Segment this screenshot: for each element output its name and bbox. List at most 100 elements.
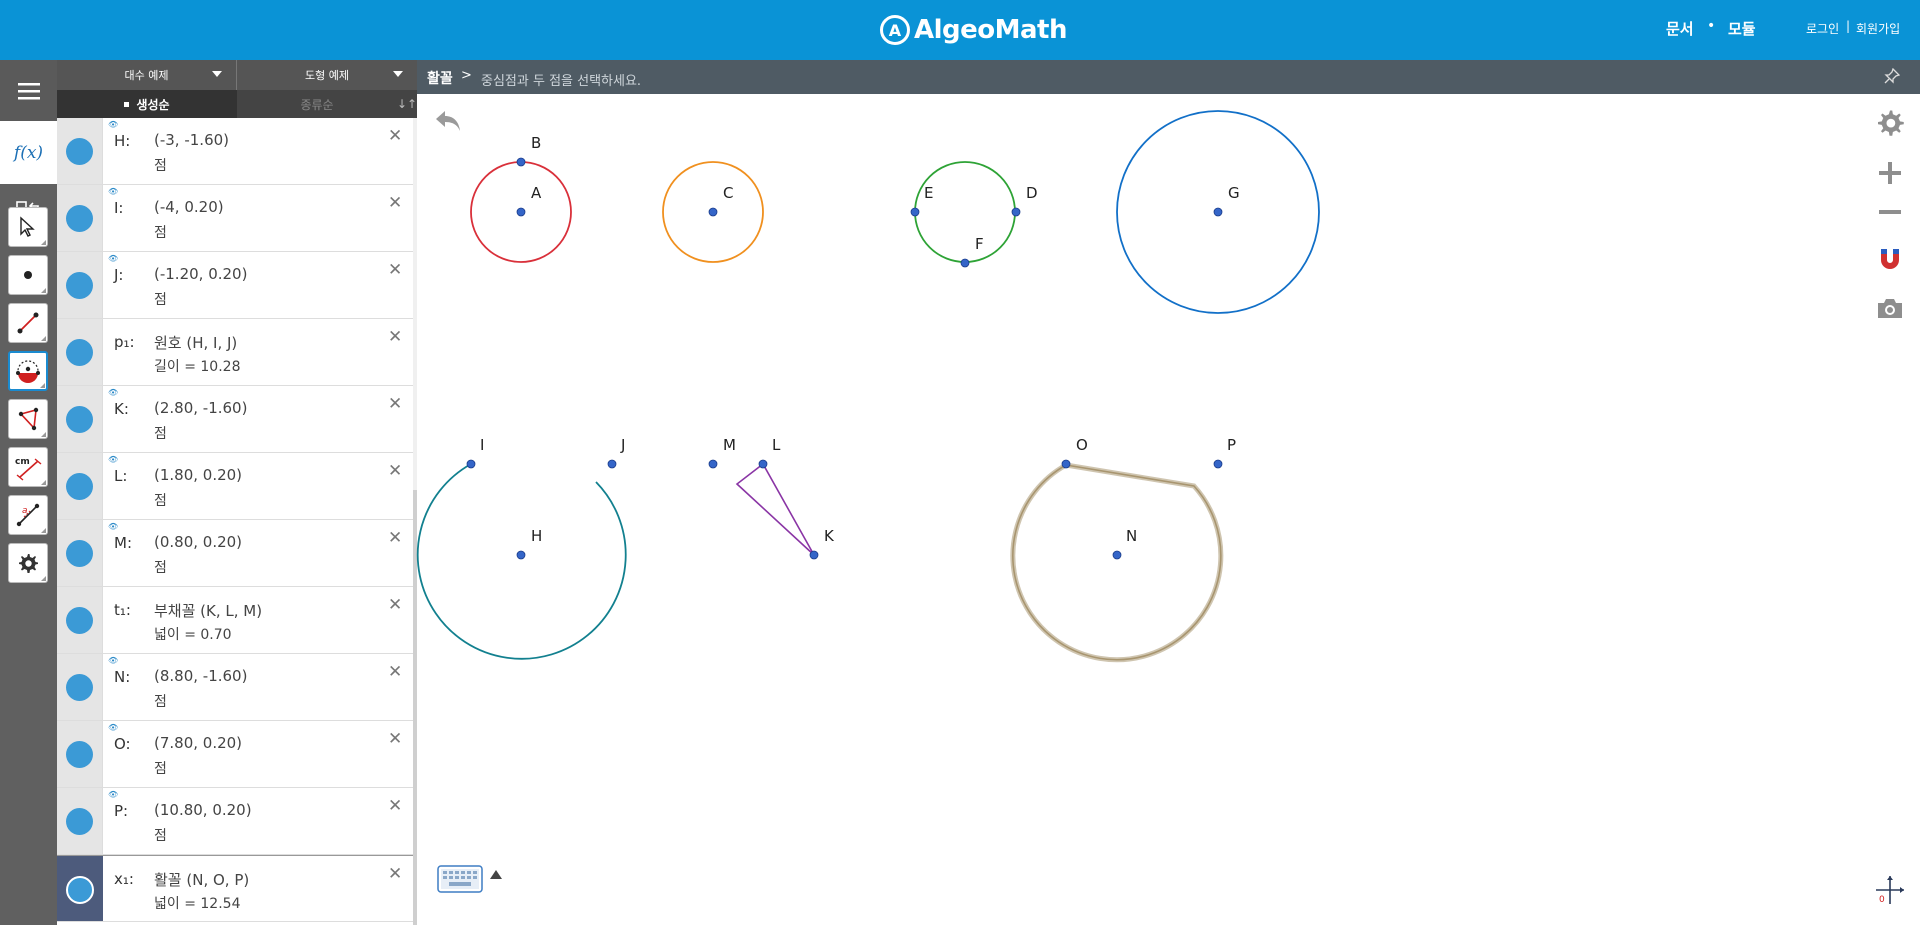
visibility-cell[interactable] bbox=[57, 788, 103, 854]
undo-button[interactable] bbox=[433, 107, 463, 139]
visibility-toggle[interactable] bbox=[66, 473, 93, 500]
object-value[interactable]: (-4, 0.20) bbox=[154, 198, 224, 216]
visibility-toggle[interactable] bbox=[66, 540, 93, 567]
label-visible-eye-icon[interactable]: 👁 bbox=[108, 723, 118, 732]
visibility-toggle[interactable] bbox=[66, 607, 93, 634]
settings-tool-button[interactable] bbox=[8, 543, 48, 583]
label-visible-eye-icon[interactable]: 👁 bbox=[108, 120, 118, 129]
delete-object-button[interactable]: ✕ bbox=[388, 796, 402, 816]
object-value[interactable]: (0.80, 0.20) bbox=[154, 533, 242, 551]
visibility-toggle[interactable] bbox=[66, 674, 93, 701]
visibility-cell[interactable] bbox=[57, 587, 103, 653]
zoom-out-button[interactable] bbox=[1873, 195, 1907, 229]
delete-object-button[interactable]: ✕ bbox=[388, 193, 402, 213]
graphics-settings-button[interactable] bbox=[1873, 106, 1907, 140]
keyboard-expand-icon[interactable] bbox=[490, 870, 502, 879]
visibility-toggle[interactable] bbox=[66, 406, 93, 433]
reset-view-button[interactable]: 0 bbox=[1874, 874, 1906, 910]
algebra-list-item[interactable]: 👁 I: (-4, 0.20) 점 ✕ bbox=[57, 185, 413, 252]
algebra-list-item[interactable]: 👁 J: (-1.20, 0.20) 점 ✕ bbox=[57, 252, 413, 319]
algebra-list-item[interactable]: 👁 O: (7.80, 0.20) 점 ✕ bbox=[57, 721, 413, 788]
algebra-list-item[interactable]: 👁 P: (10.80, 0.20) 점 ✕ bbox=[57, 788, 413, 855]
nav-modules-link[interactable]: 모듈 bbox=[1728, 18, 1756, 39]
transform-tool-button[interactable]: a bbox=[8, 495, 48, 535]
visibility-cell[interactable] bbox=[57, 386, 103, 452]
polygon-tool-button[interactable] bbox=[8, 399, 48, 439]
label-visible-eye-icon[interactable]: 👁 bbox=[108, 254, 118, 263]
visibility-cell[interactable] bbox=[57, 721, 103, 787]
graphics-canvas[interactable] bbox=[417, 94, 1920, 925]
algebra-list-item[interactable]: 👁 M: (0.80, 0.20) 점 ✕ bbox=[57, 520, 413, 587]
visibility-cell[interactable] bbox=[57, 453, 103, 519]
algebra-list-item[interactable]: t₁: 부채꼴 (K, L, M) 넓이 = 0.70 ✕ bbox=[57, 587, 413, 654]
login-link[interactable]: 로그인 bbox=[1806, 20, 1839, 37]
nav-documents-link[interactable]: 문서 bbox=[1666, 18, 1694, 39]
delete-object-button[interactable]: ✕ bbox=[388, 662, 402, 682]
object-value[interactable]: 활꼴 (N, O, P) bbox=[154, 869, 249, 890]
object-value[interactable]: (10.80, 0.20) bbox=[154, 801, 252, 819]
segment-tool-button[interactable] bbox=[8, 303, 48, 343]
delete-object-button[interactable]: ✕ bbox=[388, 461, 402, 481]
visibility-cell[interactable] bbox=[57, 252, 103, 318]
visibility-cell[interactable] bbox=[57, 654, 103, 720]
visibility-toggle[interactable] bbox=[66, 808, 93, 835]
label-visible-eye-icon[interactable]: 👁 bbox=[108, 656, 118, 665]
algebra-view-button[interactable]: f(x) bbox=[0, 121, 57, 184]
delete-object-button[interactable]: ✕ bbox=[388, 260, 402, 280]
label-visible-eye-icon[interactable]: 👁 bbox=[108, 455, 118, 464]
visibility-toggle[interactable] bbox=[66, 205, 93, 232]
visibility-toggle[interactable] bbox=[66, 876, 94, 904]
algebra-list-item[interactable]: 👁 K: (2.80, -1.60) 점 ✕ bbox=[57, 386, 413, 453]
algebra-list-item[interactable]: p₁: 원호 (H, I, J) 길이 = 10.28 ✕ bbox=[57, 319, 413, 386]
screenshot-button[interactable] bbox=[1873, 291, 1907, 325]
label-visible-eye-icon[interactable]: 👁 bbox=[108, 187, 118, 196]
pin-icon[interactable] bbox=[1884, 67, 1901, 88]
visibility-cell[interactable] bbox=[57, 856, 103, 921]
menu-button[interactable] bbox=[0, 60, 57, 121]
visibility-cell[interactable] bbox=[57, 520, 103, 586]
delete-object-button[interactable]: ✕ bbox=[388, 595, 402, 615]
measure-tool-button[interactable]: cm bbox=[8, 447, 48, 487]
label-visible-eye-icon[interactable]: 👁 bbox=[108, 388, 118, 397]
object-value[interactable]: (2.80, -1.60) bbox=[154, 399, 247, 417]
point-tool-button[interactable] bbox=[8, 255, 48, 295]
circle-tool-button[interactable] bbox=[8, 351, 48, 391]
delete-object-button[interactable]: ✕ bbox=[388, 729, 402, 749]
delete-object-button[interactable]: ✕ bbox=[388, 864, 402, 884]
visibility-toggle[interactable] bbox=[66, 741, 93, 768]
select-tool-button[interactable] bbox=[8, 207, 48, 247]
visibility-toggle[interactable] bbox=[66, 272, 93, 299]
algebra-list-item[interactable]: 👁 L: (1.80, 0.20) 점 ✕ bbox=[57, 453, 413, 520]
visibility-cell[interactable] bbox=[57, 118, 103, 184]
delete-object-button[interactable]: ✕ bbox=[388, 327, 402, 347]
delete-object-button[interactable]: ✕ bbox=[388, 528, 402, 548]
zoom-in-button[interactable] bbox=[1873, 156, 1907, 190]
visibility-cell[interactable] bbox=[57, 185, 103, 251]
object-value[interactable]: 원호 (H, I, J) bbox=[154, 332, 237, 353]
snap-magnet-button[interactable] bbox=[1873, 242, 1907, 276]
label-visible-eye-icon[interactable]: 👁 bbox=[108, 522, 118, 531]
sort-by-type-button[interactable]: 종류순 bbox=[237, 90, 397, 118]
geometry-examples-dropdown[interactable]: 도형 예제 bbox=[237, 60, 417, 90]
object-value[interactable]: 부채꼴 (K, L, M) bbox=[154, 600, 262, 621]
object-value[interactable]: (7.80, 0.20) bbox=[154, 734, 242, 752]
sort-by-creation-button[interactable]: 생성순 bbox=[57, 90, 237, 118]
object-value[interactable]: (8.80, -1.60) bbox=[154, 667, 247, 685]
signup-link[interactable]: 회원가입 bbox=[1856, 20, 1900, 37]
virtual-keyboard-button[interactable] bbox=[437, 864, 485, 898]
algebra-list-item[interactable]: 👁 H: (-3, -1.60) 점 ✕ bbox=[57, 118, 413, 185]
visibility-cell[interactable] bbox=[57, 319, 103, 385]
algebra-examples-dropdown[interactable]: 대수 예제 bbox=[57, 60, 237, 90]
algebra-list-item[interactable]: 👁 N: (8.80, -1.60) 점 ✕ bbox=[57, 654, 413, 721]
label-visible-eye-icon[interactable]: 👁 bbox=[108, 790, 118, 799]
visibility-toggle[interactable] bbox=[66, 138, 93, 165]
sort-order-icon[interactable]: ↓↑ bbox=[397, 90, 417, 118]
object-value[interactable]: (1.80, 0.20) bbox=[154, 466, 242, 484]
object-value[interactable]: (-1.20, 0.20) bbox=[154, 265, 247, 283]
algeomath-logo[interactable]: A AlgeoMath bbox=[880, 10, 1068, 50]
delete-object-button[interactable]: ✕ bbox=[388, 394, 402, 414]
object-value[interactable]: (-3, -1.60) bbox=[154, 131, 229, 149]
visibility-toggle[interactable] bbox=[66, 339, 93, 366]
delete-object-button[interactable]: ✕ bbox=[388, 126, 402, 146]
algebra-list-item[interactable]: x₁: 활꼴 (N, O, P) 넓이 = 12.54 ✕ bbox=[57, 855, 413, 922]
